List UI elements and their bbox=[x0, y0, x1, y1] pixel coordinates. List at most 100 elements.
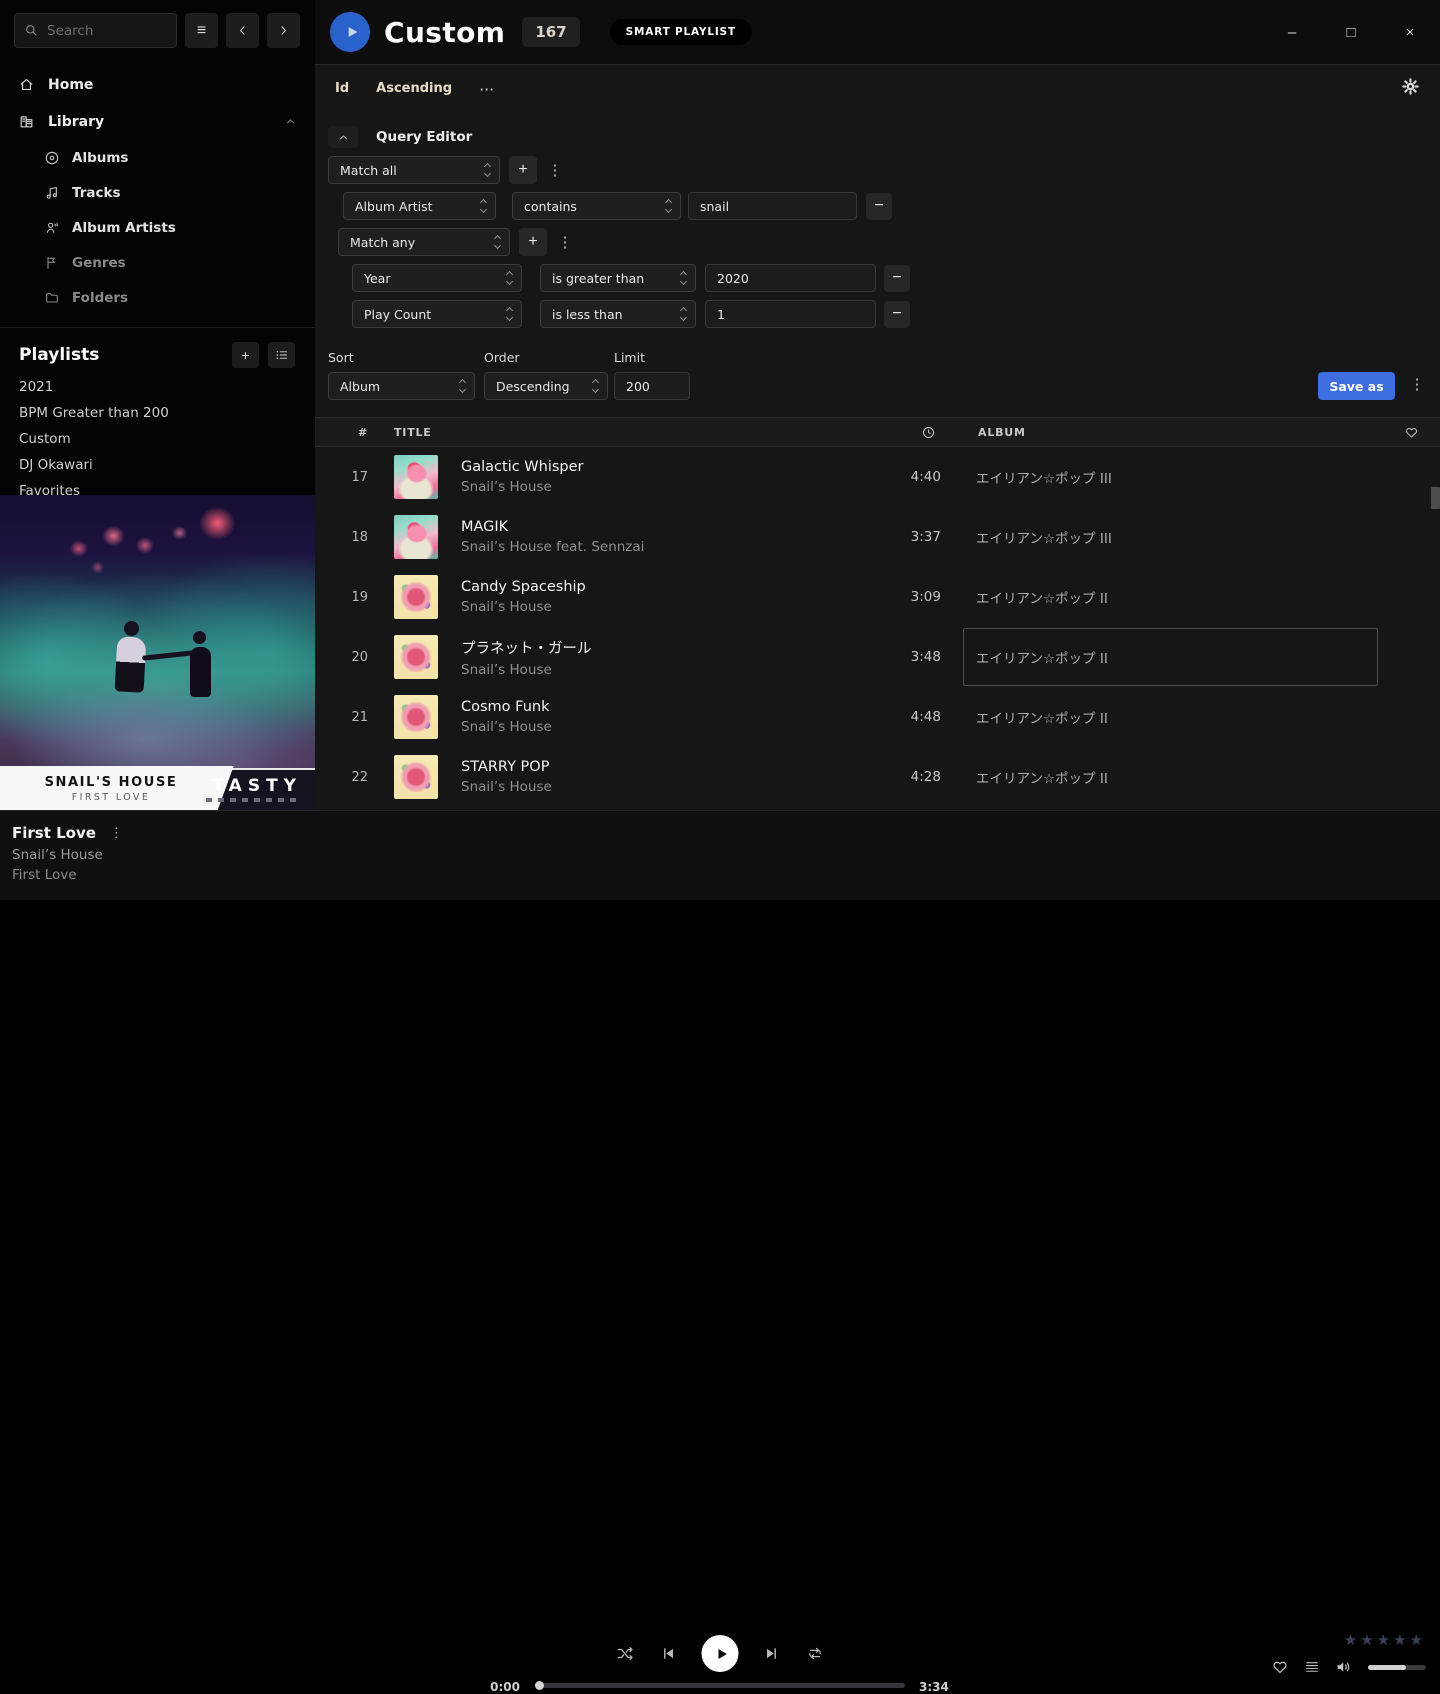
sort-order-button[interactable]: Ascending bbox=[376, 81, 452, 96]
index-column-header[interactable]: # bbox=[315, 426, 371, 439]
now-playing-album-art[interactable]: SNAIL'S HOUSE FIRST LOVE TASTY bbox=[0, 495, 315, 810]
sort-field-button[interactable]: Id bbox=[335, 81, 349, 96]
favorite-button[interactable] bbox=[1271, 1658, 1289, 1676]
limit-input[interactable] bbox=[614, 372, 690, 400]
playlist-item-bpm-greater-than-200[interactable]: BPM Greater than 200 bbox=[0, 400, 315, 426]
track-album: エイリアン☆ポップ II bbox=[976, 767, 1108, 787]
album-column-header[interactable]: ALBUM bbox=[941, 426, 1400, 439]
nav-forward-button[interactable] bbox=[267, 13, 300, 48]
star-icon[interactable]: ★ bbox=[1360, 1631, 1376, 1649]
star-icon[interactable]: ★ bbox=[1377, 1631, 1393, 1649]
title-cell[interactable]: プラネット・ガールSnail’s House bbox=[461, 637, 851, 678]
track-album: エイリアン☆ポップ II bbox=[976, 587, 1108, 607]
table-row[interactable]: 17Galactic WhisperSnail’s House4:40エイリアン… bbox=[315, 447, 1440, 507]
collapse-query-editor-button[interactable] bbox=[328, 126, 358, 148]
save-as-button[interactable]: Save as bbox=[1318, 372, 1395, 400]
maximize-button[interactable]: □ bbox=[1335, 17, 1367, 49]
star-icon[interactable]: ★ bbox=[1344, 1631, 1360, 1649]
album-cell[interactable]: エイリアン☆ポップ II bbox=[963, 688, 1378, 746]
now-playing-artist[interactable]: Snail’s House bbox=[12, 847, 123, 863]
album-cell[interactable]: エイリアン☆ポップ II bbox=[963, 568, 1378, 626]
queue-button[interactable] bbox=[1304, 1659, 1320, 1675]
rule-menu-button[interactable]: ⋮ bbox=[546, 161, 564, 179]
album-cell[interactable]: エイリアン☆ポップ II bbox=[963, 628, 1378, 686]
duration-column-header[interactable] bbox=[851, 425, 941, 440]
rule-value-input[interactable] bbox=[688, 192, 857, 220]
table-row[interactable]: 22STARRY POPSnail’s House4:28エイリアン☆ポップ I… bbox=[315, 747, 1440, 807]
remove-rule-button[interactable]: − bbox=[884, 301, 910, 328]
previous-track-button[interactable] bbox=[660, 1645, 677, 1662]
rule-operator-select[interactable]: contains bbox=[512, 192, 681, 220]
scrollbar-thumb[interactable] bbox=[1431, 487, 1440, 509]
sidebar-item-album-artists[interactable]: Album Artists bbox=[0, 210, 315, 245]
list-toolbar: Id Ascending ⋯ bbox=[315, 65, 1440, 112]
order-select[interactable]: Descending bbox=[484, 372, 608, 400]
now-playing-menu-button[interactable]: ⋮ bbox=[110, 825, 123, 841]
play-playlist-button[interactable] bbox=[330, 12, 370, 52]
title-cell[interactable]: Candy SpaceshipSnail’s House bbox=[461, 579, 851, 615]
remove-rule-button[interactable]: − bbox=[866, 193, 892, 220]
menu-button[interactable]: ≡ bbox=[185, 13, 218, 48]
playlist-item-custom[interactable]: Custom bbox=[0, 426, 315, 452]
repeat-button[interactable] bbox=[806, 1644, 825, 1663]
thumb-cell bbox=[371, 635, 461, 679]
album-cell[interactable]: エイリアン☆ポップ III bbox=[963, 448, 1378, 506]
now-playing-album[interactable]: First Love bbox=[12, 867, 123, 883]
star-icon[interactable]: ★ bbox=[1410, 1631, 1426, 1649]
playlist-list-button[interactable] bbox=[268, 342, 295, 368]
table-row[interactable]: 20プラネット・ガールSnail’s House3:48エイリアン☆ポップ II bbox=[315, 627, 1440, 687]
track-index: 21 bbox=[315, 710, 371, 725]
next-track-button[interactable] bbox=[764, 1645, 781, 1662]
sidebar-item-folders[interactable]: Folders bbox=[0, 280, 315, 315]
add-rule-button[interactable]: + bbox=[509, 156, 537, 184]
seek-slider[interactable] bbox=[535, 1683, 905, 1688]
now-playing-title[interactable]: First Love bbox=[12, 824, 96, 842]
star-icon[interactable]: ★ bbox=[1393, 1631, 1409, 1649]
close-button[interactable]: × bbox=[1394, 17, 1426, 49]
sidebar-item-home[interactable]: Home bbox=[0, 66, 315, 103]
sort-select[interactable]: Album bbox=[328, 372, 475, 400]
sidebar-item-library[interactable]: Library bbox=[0, 103, 315, 140]
album-cell[interactable]: エイリアン☆ポップ III bbox=[963, 508, 1378, 566]
title-column-header[interactable]: TITLE bbox=[371, 426, 851, 439]
table-row[interactable]: 18MAGIKSnail’s House feat. Sennzai3:37エイ… bbox=[315, 507, 1440, 567]
seek-handle[interactable] bbox=[535, 1681, 544, 1690]
match-any-select[interactable]: Match any bbox=[338, 228, 510, 256]
add-playlist-button[interactable]: + bbox=[232, 342, 259, 368]
title-cell[interactable]: MAGIKSnail’s House feat. Sennzai bbox=[461, 519, 851, 555]
rule-field-select[interactable]: Play Count bbox=[352, 300, 522, 328]
chevron-up-icon[interactable] bbox=[284, 115, 297, 128]
volume-slider[interactable] bbox=[1368, 1665, 1426, 1670]
save-menu-button[interactable]: ⋮ bbox=[1408, 375, 1426, 393]
title-cell[interactable]: Cosmo FunkSnail’s House bbox=[461, 699, 851, 735]
rule-operator-select[interactable]: is less than bbox=[540, 300, 696, 328]
title-cell[interactable]: Galactic WhisperSnail’s House bbox=[461, 459, 851, 495]
album-cell[interactable]: エイリアン☆ポップ II bbox=[963, 748, 1378, 806]
table-row[interactable]: 21Cosmo FunkSnail’s House4:48エイリアン☆ポップ I… bbox=[315, 687, 1440, 747]
add-rule-button[interactable]: + bbox=[519, 228, 547, 256]
rule-menu-button[interactable]: ⋮ bbox=[556, 233, 574, 251]
toolbar-more-button[interactable]: ⋯ bbox=[479, 80, 495, 98]
playlist-item-2021[interactable]: 2021 bbox=[0, 374, 315, 400]
table-row[interactable]: 19Candy SpaceshipSnail’s House3:09エイリアン☆… bbox=[315, 567, 1440, 627]
rule-field-select[interactable]: Album Artist bbox=[343, 192, 496, 220]
minimize-button[interactable]: – bbox=[1276, 17, 1308, 49]
remove-rule-button[interactable]: − bbox=[884, 265, 910, 292]
rule-value-input[interactable] bbox=[705, 264, 876, 292]
play-pause-button[interactable] bbox=[702, 1635, 739, 1672]
title-cell[interactable]: STARRY POPSnail’s House bbox=[461, 759, 851, 795]
track-duration: 3:37 bbox=[851, 529, 941, 545]
rule-field-select[interactable]: Year bbox=[352, 264, 522, 292]
sidebar-item-albums[interactable]: Albums bbox=[0, 140, 315, 175]
sidebar-item-genres[interactable]: Genres bbox=[0, 245, 315, 280]
match-all-select[interactable]: Match all bbox=[328, 156, 500, 184]
sidebar-item-tracks[interactable]: Tracks bbox=[0, 175, 315, 210]
nav-back-button[interactable] bbox=[226, 13, 259, 48]
playlist-item-dj-okawari[interactable]: DJ Okawari bbox=[0, 452, 315, 478]
volume-button[interactable] bbox=[1335, 1658, 1353, 1676]
rule-value-input[interactable] bbox=[705, 300, 876, 328]
settings-button[interactable] bbox=[1401, 77, 1420, 96]
favorite-column-header[interactable] bbox=[1400, 425, 1440, 440]
shuffle-button[interactable] bbox=[616, 1644, 635, 1663]
rule-operator-select[interactable]: is greater than bbox=[540, 264, 696, 292]
